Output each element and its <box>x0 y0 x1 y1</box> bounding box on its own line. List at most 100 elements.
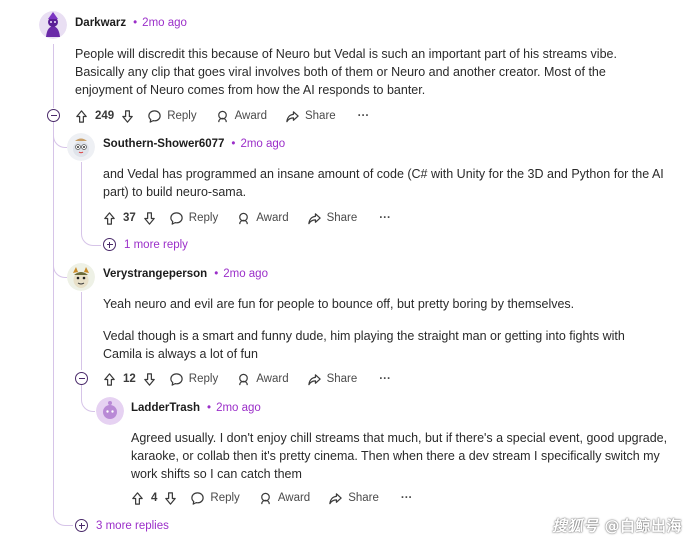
share-icon <box>286 110 299 122</box>
comment-meta: Darkwarz • 2mo ago <box>75 17 187 29</box>
avatar[interactable] <box>67 263 95 291</box>
comment-body: People will discredit this because of Ne… <box>75 45 655 99</box>
thread-curve <box>81 384 95 412</box>
vote-count: 37 <box>123 212 136 224</box>
share-icon <box>307 373 321 385</box>
thread-line-southern <box>81 162 82 232</box>
vote-count: 4 <box>151 492 158 504</box>
downvote-button[interactable] <box>142 372 157 387</box>
plus-circle-icon <box>103 238 116 251</box>
more-replies-link[interactable]: 3 more replies <box>75 519 169 532</box>
username[interactable]: LadderTrash <box>131 402 200 414</box>
award-icon <box>239 373 249 385</box>
award-icon <box>239 212 249 224</box>
comment-actions: 4 Reply Award Share ··· <box>130 488 412 508</box>
comment-meta: Verystrangeperson • 2mo ago <box>103 268 268 280</box>
share-button[interactable]: Share <box>307 372 358 387</box>
thread-curve <box>53 490 73 526</box>
username[interactable]: Darkwarz <box>75 17 126 29</box>
avatar[interactable] <box>96 397 124 425</box>
reply-button[interactable]: Reply <box>147 109 197 124</box>
timestamp[interactable]: 2mo ago <box>216 402 261 414</box>
comment-actions: 12 Reply Award Share ··· <box>102 369 391 389</box>
watermark-handle: @白鲸出海 <box>604 517 682 535</box>
reply-button[interactable]: Reply <box>169 372 218 387</box>
overflow-menu-button[interactable]: ··· <box>358 110 370 122</box>
comment-actions: 249 Reply Award Share ··· <box>74 106 369 126</box>
upvote-button[interactable] <box>102 372 117 387</box>
meta-separator: • <box>214 268 219 280</box>
comment-body: and Vedal has programmed an insane amoun… <box>103 165 673 201</box>
arrow-down-icon <box>144 372 155 386</box>
share-button[interactable]: Share <box>285 109 336 124</box>
share-label: Share <box>326 212 358 224</box>
share-button[interactable]: Share <box>328 491 379 506</box>
more-replies-link[interactable]: 1 more reply <box>103 238 188 251</box>
timestamp[interactable]: 2mo ago <box>240 138 285 150</box>
comment-body: Agreed usually. I don't enjoy chill stre… <box>131 429 676 483</box>
meta-separator: • <box>231 138 236 150</box>
downvote-button[interactable] <box>142 211 157 226</box>
vote-count: 12 <box>123 373 136 385</box>
comment-paragraph: Yeah neuro and evil are fun for people t… <box>103 297 575 311</box>
thread-line-root <box>53 124 54 502</box>
award-label: Award <box>234 110 267 122</box>
upvote-button[interactable] <box>74 109 89 124</box>
award-icon <box>217 110 227 122</box>
comment-bubble-icon <box>170 211 183 225</box>
share-label: Share <box>348 492 379 504</box>
vote-count: 249 <box>95 110 115 122</box>
more-replies-label: 1 more reply <box>124 238 188 251</box>
downvote-button[interactable] <box>163 491 178 506</box>
meta-separator: • <box>133 17 138 29</box>
arrow-up-icon <box>104 372 115 386</box>
arrow-up-icon <box>104 211 115 225</box>
award-label: Award <box>277 492 311 504</box>
award-label: Award <box>256 212 289 224</box>
username[interactable]: Verystrangeperson <box>103 268 207 280</box>
award-button[interactable]: Award <box>236 372 289 387</box>
share-icon <box>329 492 342 504</box>
share-label: Share <box>326 373 358 385</box>
award-button[interactable]: Award <box>215 109 267 124</box>
plus-circle-icon <box>75 519 88 532</box>
avatar[interactable] <box>39 11 67 39</box>
comment-paragraph: Vedal though is a smart and funny dude, … <box>103 329 625 361</box>
arrow-down-icon <box>165 491 177 505</box>
watermark-logo: 搜狐号 <box>551 517 599 535</box>
award-button[interactable]: Award <box>258 491 310 506</box>
thread-line-verystrange <box>81 292 82 370</box>
collapse-thread-button[interactable] <box>47 109 60 122</box>
comment-bubble-icon <box>191 491 205 505</box>
comment-bubble-icon <box>170 372 183 386</box>
timestamp[interactable]: 2mo ago <box>142 17 187 29</box>
upvote-button[interactable] <box>130 491 145 506</box>
downvote-button[interactable] <box>120 109 135 124</box>
overflow-menu-button[interactable]: ··· <box>401 492 413 504</box>
meta-separator: • <box>207 402 212 414</box>
more-replies-label: 3 more replies <box>96 519 169 532</box>
username[interactable]: Southern-Shower6077 <box>103 138 224 150</box>
share-icon <box>307 212 321 224</box>
award-button[interactable]: Award <box>236 211 289 226</box>
reply-button[interactable]: Reply <box>190 491 240 506</box>
overflow-menu-button[interactable]: ··· <box>379 212 391 224</box>
arrow-up-icon <box>132 491 143 505</box>
comment-bubble-icon <box>148 109 161 123</box>
thread-curve <box>53 120 67 148</box>
reply-label: Reply <box>210 492 240 504</box>
watermark: 搜狐号 @白鲸出海 <box>552 515 682 536</box>
comment-meta: LadderTrash • 2mo ago <box>131 402 261 414</box>
collapse-thread-button[interactable] <box>75 372 88 385</box>
share-button[interactable]: Share <box>307 211 358 226</box>
award-label: Award <box>256 373 289 385</box>
timestamp[interactable]: 2mo ago <box>223 268 268 280</box>
avatar[interactable] <box>67 133 95 161</box>
thread-curve <box>81 226 101 246</box>
comment-paragraph: Agreed usually. I don't enjoy chill stre… <box>131 431 668 481</box>
upvote-button[interactable] <box>102 211 117 226</box>
arrow-down-icon <box>122 109 133 123</box>
overflow-menu-button[interactable]: ··· <box>379 373 391 385</box>
comment-body: Yeah neuro and evil are fun for people t… <box>103 295 663 363</box>
reply-button[interactable]: Reply <box>169 211 218 226</box>
